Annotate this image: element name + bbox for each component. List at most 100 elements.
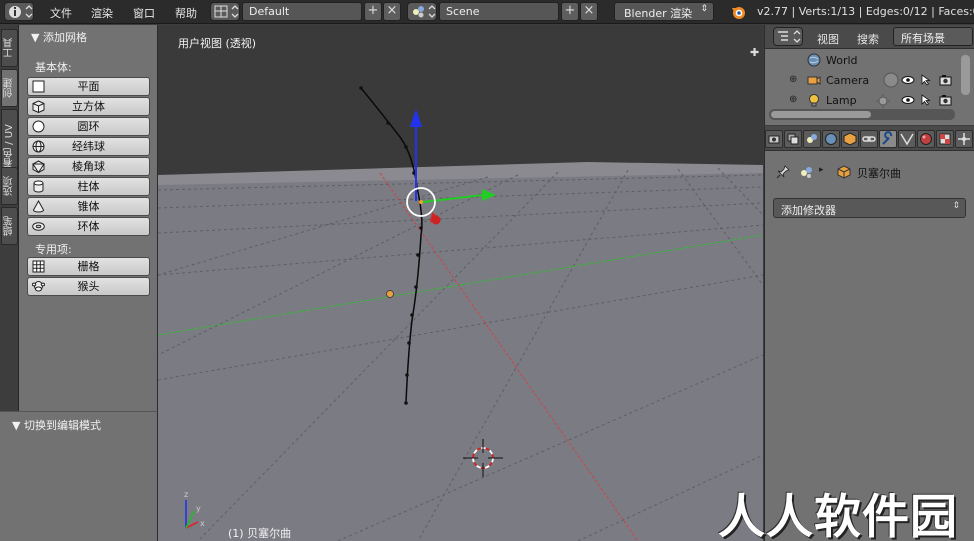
breadcrumb-separator-icon: ▸ bbox=[819, 165, 824, 175]
uv-sphere-icon bbox=[32, 140, 45, 153]
visibility-eye-icon[interactable] bbox=[901, 95, 915, 105]
add-cube-button[interactable]: 立方体 bbox=[27, 97, 150, 116]
3d-viewport[interactable]: z x y 用户视图 (透视) (1) 贝塞尔曲 ✚ bbox=[158, 25, 763, 541]
render-camera-icon[interactable] bbox=[939, 74, 953, 86]
outliner-row-world[interactable]: World bbox=[765, 51, 974, 71]
layout-grid-icon bbox=[214, 5, 239, 18]
tab-modifiers[interactable] bbox=[879, 130, 897, 148]
select-cursor-icon[interactable] bbox=[921, 94, 931, 106]
add-monkey-label: 猴头 bbox=[77, 280, 100, 293]
basic-group-label: 基本体: bbox=[35, 61, 72, 74]
x-manipulator-tip[interactable] bbox=[431, 215, 441, 225]
lamp-object[interactable] bbox=[386, 290, 394, 298]
split-area-icon[interactable]: ✚ bbox=[750, 46, 759, 59]
scene-icon bbox=[807, 134, 817, 143]
menu-window[interactable]: 窗口 bbox=[133, 5, 155, 21]
add-monkey-button[interactable]: 猴头 bbox=[27, 277, 150, 296]
add-uv-sphere-button[interactable]: 经纬球 bbox=[27, 137, 150, 156]
render-camera-icon[interactable] bbox=[939, 94, 953, 106]
monkey-icon bbox=[32, 281, 45, 292]
add-cone-button[interactable]: 锥体 bbox=[27, 197, 150, 216]
operator-panel: ▼ 切换到编辑模式 bbox=[0, 411, 158, 541]
add-circle-label: 圆环 bbox=[77, 120, 100, 133]
chevron-updown-icon: ⇕ bbox=[700, 4, 708, 14]
grid-floor bbox=[158, 165, 763, 541]
menu-file[interactable]: 文件 bbox=[50, 5, 72, 21]
add-mesh-panel-title[interactable]: ▼ 添加网格 bbox=[31, 29, 87, 45]
visibility-eye-icon[interactable] bbox=[901, 75, 915, 85]
add-torus-button[interactable]: 环体 bbox=[27, 217, 150, 236]
delete-scene-button[interactable]: × bbox=[580, 2, 598, 21]
outliner-row-camera[interactable]: ⊕ Camera bbox=[765, 71, 974, 91]
editor-type-button[interactable] bbox=[4, 2, 34, 21]
plane-icon bbox=[32, 80, 45, 93]
operator-panel-title[interactable]: ▼ 切换到编辑模式 bbox=[12, 417, 101, 433]
tab-scene[interactable] bbox=[803, 130, 821, 148]
add-cube-label: 立方体 bbox=[72, 100, 105, 113]
add-plane-button[interactable]: 平面 bbox=[27, 77, 150, 96]
add-ico-sphere-button[interactable]: 棱角球 bbox=[27, 157, 150, 176]
viewport-active-object: (1) 贝塞尔曲 bbox=[228, 527, 292, 540]
render-icon bbox=[768, 135, 780, 144]
outliner-menu-view[interactable]: 视图 bbox=[817, 31, 839, 47]
delete-screen-button[interactable]: × bbox=[383, 2, 401, 21]
tab-physics[interactable] bbox=[955, 130, 973, 148]
pin-icon[interactable] bbox=[775, 164, 791, 180]
add-cylinder-label: 柱体 bbox=[77, 180, 100, 193]
tab-grease-pencil[interactable]: 蜡笔 bbox=[1, 207, 18, 245]
select-cursor-icon[interactable] bbox=[921, 74, 931, 86]
scene-name[interactable]: Scene bbox=[439, 2, 559, 21]
add-cylinder-button[interactable]: 柱体 bbox=[27, 177, 150, 196]
tab-material[interactable] bbox=[917, 130, 935, 148]
tab-create[interactable]: 创建 bbox=[1, 69, 18, 107]
add-screen-button[interactable]: + bbox=[364, 2, 382, 21]
tab-data[interactable] bbox=[898, 130, 916, 148]
camera-data-icon[interactable] bbox=[883, 72, 899, 88]
properties-breadcrumb: ▸ 贝塞尔曲 bbox=[765, 162, 974, 182]
scene-icon bbox=[413, 5, 436, 18]
tab-render-layers[interactable] bbox=[784, 130, 802, 148]
scene-statistics: v2.77 | Verts:1/13 | Edges:0/12 | Faces:… bbox=[757, 5, 974, 18]
add-uv-sphere-label: 经纬球 bbox=[72, 140, 105, 153]
expand-icon[interactable]: ⊕ bbox=[789, 94, 797, 105]
outliner-display-mode[interactable]: 所有场景 bbox=[893, 27, 973, 46]
tab-options[interactable]: 选项 bbox=[1, 167, 18, 205]
expand-icon[interactable]: ⊕ bbox=[789, 74, 797, 85]
screen-layout-selector[interactable] bbox=[210, 2, 240, 21]
add-circle-button[interactable]: 圆环 bbox=[27, 117, 150, 136]
lamp-data-icon[interactable] bbox=[875, 93, 891, 109]
circle-icon bbox=[32, 120, 45, 133]
menu-render[interactable]: 渲染 bbox=[91, 5, 113, 21]
curve-data-icon bbox=[900, 133, 914, 146]
screen-layout-name[interactable]: Default bbox=[242, 2, 362, 21]
render-engine-select[interactable]: Blender 渲染 ⇕ bbox=[614, 2, 714, 21]
cone-icon bbox=[32, 200, 45, 213]
ico-sphere-icon bbox=[32, 160, 45, 173]
add-scene-button[interactable]: + bbox=[561, 2, 579, 21]
axis-label-y: y bbox=[196, 504, 201, 513]
outliner-horizontal-scrollbar[interactable] bbox=[769, 109, 955, 120]
outliner: 视图 搜索 所有场景 World ⊕ Camera ⊕ Lamp bbox=[764, 25, 974, 125]
tab-render[interactable] bbox=[765, 130, 783, 148]
outliner-name-lamp: Lamp bbox=[826, 94, 857, 107]
tab-texture[interactable] bbox=[936, 130, 954, 148]
axis-label-z: z bbox=[184, 490, 188, 499]
tab-object[interactable] bbox=[841, 130, 859, 148]
tab-tools[interactable]: 工具 bbox=[1, 29, 18, 67]
axis-label-x: x bbox=[200, 519, 205, 528]
outliner-editor-type[interactable] bbox=[773, 27, 803, 46]
menu-help[interactable]: 帮助 bbox=[175, 5, 197, 21]
viewport-canvas[interactable]: z x y bbox=[158, 25, 763, 541]
tab-world[interactable] bbox=[822, 130, 840, 148]
tab-constraints[interactable] bbox=[860, 130, 878, 148]
scrollbar-thumb[interactable] bbox=[771, 111, 871, 118]
outliner-row-lamp[interactable]: ⊕ Lamp bbox=[765, 91, 974, 111]
add-modifier-dropdown[interactable]: 添加修改器 ⇕ bbox=[773, 198, 966, 218]
scene-icon bbox=[801, 167, 812, 178]
tool-shelf-tabs: 工具 创建 着色 / UV 选项 蜡笔 bbox=[0, 25, 19, 411]
scene-selector[interactable] bbox=[407, 2, 437, 21]
outliner-vertical-scrollbar[interactable] bbox=[961, 55, 970, 95]
outliner-menu-search[interactable]: 搜索 bbox=[857, 31, 879, 47]
add-ico-sphere-label: 棱角球 bbox=[72, 160, 105, 173]
add-grid-button[interactable]: 栅格 bbox=[27, 257, 150, 276]
